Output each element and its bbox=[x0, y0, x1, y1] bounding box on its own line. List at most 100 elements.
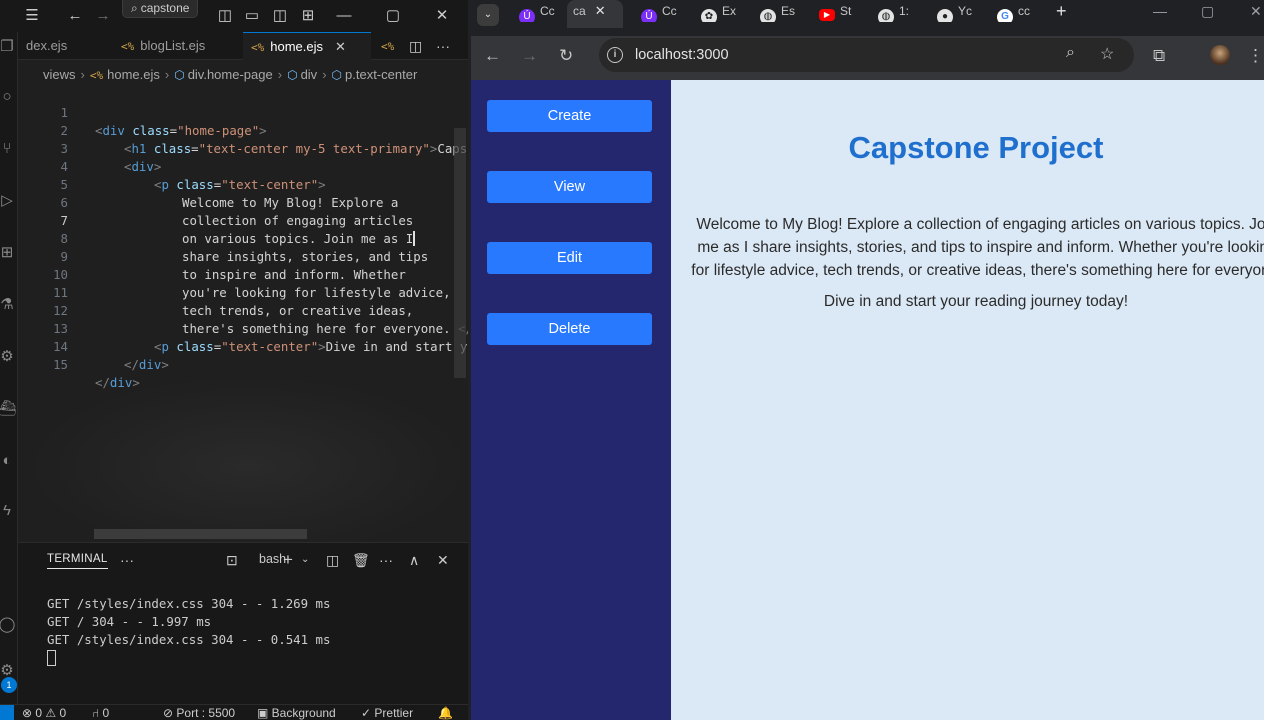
forward-arrow-icon[interactable]: → bbox=[89, 0, 117, 32]
tab-search-icon[interactable]: ⌄ bbox=[477, 4, 499, 26]
address-bar[interactable]: i localhost:3000 ⌕ ☆ bbox=[599, 38, 1134, 72]
extensions-icon[interactable]: ⊞ bbox=[0, 242, 18, 264]
close-tab-icon[interactable]: ✕ bbox=[335, 39, 346, 54]
site-info-icon[interactable]: i bbox=[607, 47, 623, 63]
terminal-more-icon[interactable]: ··· bbox=[379, 551, 393, 569]
tab-overflow[interactable]: <% bbox=[373, 32, 403, 60]
browser-tab-active[interactable]: ca ✕ bbox=[567, 0, 623, 28]
breadcrumb-item[interactable]: p.text-center bbox=[345, 67, 417, 82]
panel-tab-terminal[interactable]: TERMINAL bbox=[47, 553, 108, 569]
browser-tab[interactable]: Gcc bbox=[997, 0, 1037, 22]
close-window-icon[interactable]: ✕ bbox=[428, 0, 456, 32]
browser-tab[interactable]: ● Yc bbox=[937, 0, 977, 22]
panel-more-icon[interactable]: ··· bbox=[120, 551, 134, 569]
minimize-icon[interactable]: — bbox=[330, 0, 358, 32]
close-tab-icon[interactable]: ✕ bbox=[595, 3, 606, 18]
new-terminal-icon[interactable]: + bbox=[283, 551, 293, 569]
browser-tab-label: 1: bbox=[899, 4, 910, 18]
create-button[interactable]: Create bbox=[487, 100, 652, 132]
profile-avatar[interactable] bbox=[1210, 45, 1230, 65]
remote-indicator[interactable] bbox=[0, 705, 14, 720]
ports-status[interactable]: ⑁ 0 bbox=[92, 705, 109, 720]
ejs-file-icon: <% bbox=[381, 40, 395, 53]
reload-icon[interactable]: ↻ bbox=[559, 36, 573, 80]
browser-tab[interactable]: ◍ Es bbox=[760, 0, 800, 22]
editor-vertical-scrollbar[interactable] bbox=[454, 128, 466, 378]
browser-tab-label: Cc bbox=[662, 4, 677, 18]
database-icon[interactable]: ◐ bbox=[0, 450, 18, 472]
chatgpt-favicon-icon: ✿ bbox=[701, 9, 717, 22]
code-editor[interactable]: 1 <div class="home-page"> 2 <h1 class="t… bbox=[18, 86, 468, 542]
browser-tab[interactable]: ▶ St bbox=[819, 0, 859, 22]
browser-tab[interactable]: ◍ 1: bbox=[878, 0, 918, 22]
chevron-down-icon[interactable]: ⌄ bbox=[301, 551, 309, 569]
forward-icon[interactable]: → bbox=[521, 36, 538, 80]
terminal-output-line: GET / 304 - - 1.997 ms bbox=[47, 614, 212, 629]
run-debug-icon[interactable]: ▷ bbox=[0, 190, 18, 212]
extensions-icon[interactable]: ⧉ bbox=[1153, 36, 1165, 80]
customize-layout-icon[interactable]: ⊞ bbox=[294, 0, 322, 32]
udemy-favicon-icon: Ú bbox=[641, 9, 657, 22]
toggle-panel-icon[interactable]: ▭ bbox=[238, 0, 266, 32]
code-line: 9 to inspire and inform. Whether bbox=[18, 230, 468, 282]
background-status[interactable]: ▣ Background bbox=[257, 705, 336, 720]
tab-index-ejs[interactable]: dex.ejs bbox=[18, 32, 108, 60]
google-favicon-icon: G bbox=[997, 9, 1013, 22]
browser-tab[interactable]: Ú Cc bbox=[641, 0, 681, 22]
breadcrumb-item[interactable]: div.home-page bbox=[188, 67, 273, 82]
new-tab-icon[interactable]: + bbox=[1056, 0, 1067, 22]
command-center-search[interactable]: ⌕ capstone bbox=[122, 0, 198, 18]
remote-icon[interactable]: ⚙ bbox=[0, 346, 18, 368]
browser-tab-label: cc bbox=[1018, 4, 1030, 18]
youtube-favicon-icon: ▶ bbox=[819, 9, 835, 21]
terminal-panel: TERMINAL ··· ⊡ bash + ⌄ ◫ 🗑 ··· ∧ ✕ GET … bbox=[18, 542, 468, 704]
chrome-menu-icon[interactable]: ⋮ bbox=[1247, 36, 1264, 80]
menu-icon[interactable]: ☰ bbox=[18, 0, 46, 32]
zoom-icon[interactable]: ⌕ bbox=[1066, 44, 1075, 62]
bell-icon[interactable]: 🔔 bbox=[438, 705, 453, 720]
back-icon[interactable]: ← bbox=[484, 36, 501, 80]
back-arrow-icon[interactable]: ← bbox=[61, 0, 89, 32]
close-panel-icon[interactable]: ✕ bbox=[437, 551, 449, 569]
browser-tab[interactable]: Ú Cc bbox=[519, 0, 559, 22]
trash-icon[interactable]: 🗑 bbox=[352, 551, 370, 569]
more-actions-icon[interactable]: ··· bbox=[436, 32, 450, 60]
explorer-icon[interactable]: ❐ bbox=[0, 36, 18, 58]
bookmark-star-icon[interactable]: ☆ bbox=[1100, 44, 1114, 64]
search-view-icon[interactable]: ○ bbox=[0, 86, 18, 108]
live-share-icon[interactable]: ϟ bbox=[0, 500, 18, 522]
split-terminal-icon[interactable]: ◫ bbox=[326, 551, 339, 569]
edit-button[interactable]: Edit bbox=[487, 242, 652, 274]
breadcrumb-item[interactable]: div bbox=[301, 67, 318, 82]
breadcrumb-item[interactable]: home.ejs bbox=[107, 67, 160, 82]
source-control-icon[interactable]: ⑂ bbox=[0, 138, 18, 160]
chevron-right-icon: › bbox=[322, 67, 327, 82]
prettier-status[interactable]: ✓ Prettier bbox=[361, 705, 413, 720]
toggle-sidebar-icon[interactable]: ◫ bbox=[211, 0, 239, 32]
account-icon[interactable]: ◯ bbox=[0, 614, 18, 636]
split-editor-icon[interactable]: ◫ bbox=[409, 32, 422, 60]
breadcrumb-item[interactable]: views bbox=[43, 67, 76, 82]
maximize-icon[interactable]: ▢ bbox=[379, 0, 407, 32]
vscode-window: ☰ ← → ⌕ capstone ◫ ▭ ◫ ⊞ — ▢ ✕ ❐ ○ ⑂ ▷ ⊞ … bbox=[0, 0, 468, 720]
chrome-close-icon[interactable]: ✕ bbox=[1250, 0, 1262, 22]
toggle-secondary-sidebar-icon[interactable]: ◫ bbox=[266, 0, 294, 32]
editor-horizontal-scrollbar[interactable] bbox=[94, 529, 307, 539]
testing-icon[interactable]: ⚗ bbox=[0, 294, 18, 316]
view-button[interactable]: View bbox=[487, 171, 652, 203]
chrome-maximize-icon[interactable]: ▢ bbox=[1201, 0, 1214, 22]
tab-bloglist-ejs[interactable]: <% blogList.ejs bbox=[111, 32, 241, 60]
maximize-panel-icon[interactable]: ∧ bbox=[409, 551, 419, 569]
chrome-minimize-icon[interactable]: — bbox=[1153, 0, 1167, 22]
browser-tab[interactable]: ✿ Ex bbox=[701, 0, 741, 22]
live-server-status[interactable]: ⊘ Port : 5500 bbox=[163, 705, 235, 720]
delete-button[interactable]: Delete bbox=[487, 313, 652, 345]
problems-status[interactable]: ⊗ 0 ⚠ 0 bbox=[22, 705, 66, 720]
terminal-cursor bbox=[47, 650, 56, 666]
code-line: 14 </div> bbox=[18, 320, 468, 372]
tab-home-ejs[interactable]: <% home.ejs ✕ bbox=[243, 32, 371, 60]
error-count: 0 bbox=[35, 706, 43, 720]
page-viewport: Create View Edit Delete Capstone Project… bbox=[471, 80, 1264, 720]
tab-label: dex.ejs bbox=[26, 38, 68, 53]
docker-icon[interactable]: ⛴ bbox=[0, 398, 18, 420]
